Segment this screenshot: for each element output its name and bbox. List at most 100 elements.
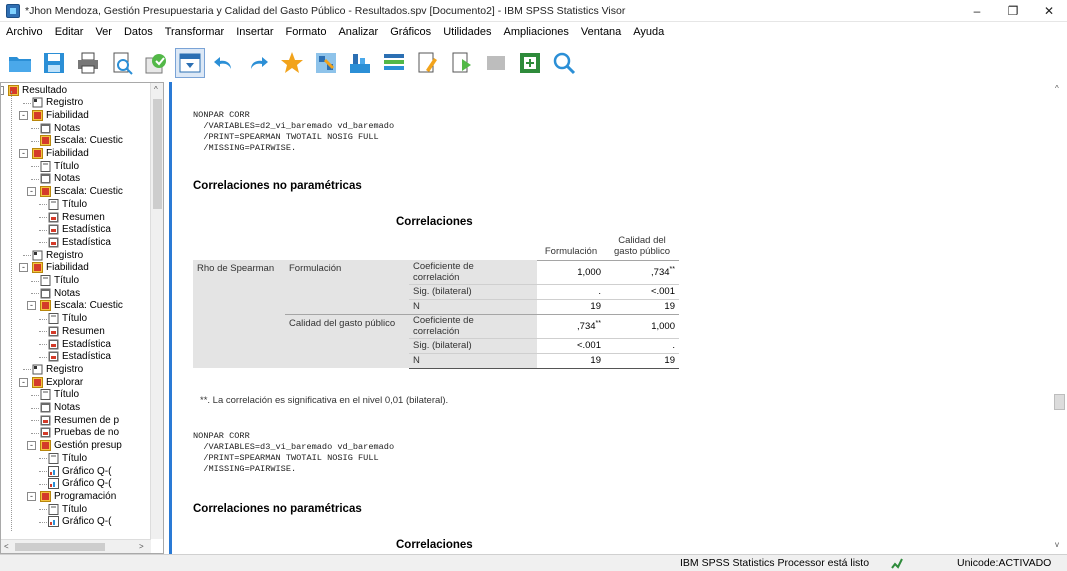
minimize-button[interactable]: – <box>959 0 995 22</box>
tree-node[interactable]: Resumen de p <box>40 414 119 426</box>
book-icon <box>40 440 51 452</box>
tree-node[interactable]: Escala: Cuestic <box>40 300 123 312</box>
col-header-calidad: Calidad del gasto público <box>605 234 679 261</box>
tree-node-label: Registro <box>46 249 84 261</box>
tree-node[interactable]: Resumen <box>48 211 105 223</box>
output-tree[interactable]: -ResultadoRegistro-FiabilidadNotasEscala… <box>1 83 151 539</box>
tree-node[interactable]: Estadística <box>48 224 111 236</box>
goto-variable-icon[interactable] <box>346 49 374 77</box>
tree-node[interactable]: Resultado <box>8 84 67 96</box>
unicode-status: Unicode:ACTIVADO <box>957 557 1052 569</box>
tree-node[interactable]: Título <box>48 452 87 464</box>
tree-expander-icon[interactable]: - <box>27 491 36 501</box>
outline-hscroll-thumb[interactable] <box>15 543 105 551</box>
tree-node[interactable]: Gráfico Q-( <box>48 516 111 528</box>
outline-horizontal-scrollbar[interactable]: < > <box>1 539 151 553</box>
menu-insertar[interactable]: Insertar <box>232 26 281 38</box>
menu-archivo[interactable]: Archivo <box>2 26 51 38</box>
tree-node[interactable]: Título <box>40 389 79 401</box>
tree-node[interactable]: Registro <box>32 249 83 261</box>
tree-node[interactable]: Resumen <box>48 325 105 337</box>
undo-icon[interactable] <box>210 49 238 77</box>
tree-node[interactable]: Gráfico Q-( <box>48 465 111 477</box>
output-content-pane[interactable]: NONPAR CORR /VARIABLES=d2_vi_baremado vd… <box>169 82 1067 554</box>
scroll-left-arrow-icon[interactable]: < <box>4 542 9 551</box>
open-folder-icon[interactable] <box>6 49 34 77</box>
tree-node[interactable]: Título <box>48 198 87 210</box>
outline-vertical-scrollbar[interactable]: ^ <box>150 83 163 539</box>
print-icon[interactable] <box>74 49 102 77</box>
row-label-coef-1: Coeficiente de correlación <box>409 260 537 285</box>
tree-node[interactable]: Pruebas de no <box>40 427 119 439</box>
redo-icon[interactable] <box>244 49 272 77</box>
menu-ver[interactable]: Ver <box>91 26 120 38</box>
content-scroll-up-icon[interactable]: ^ <box>1055 84 1059 93</box>
tree-node[interactable]: Notas <box>40 287 80 299</box>
tree-node[interactable]: Registro <box>32 363 83 375</box>
tree-node[interactable]: Gestión presup <box>40 440 122 452</box>
tree-node[interactable]: Escala: Cuestic <box>40 135 123 147</box>
tree-node[interactable]: Fiabilidad <box>32 109 89 121</box>
tree-node[interactable]: Explorar <box>32 376 83 388</box>
tree-node[interactable]: Escala: Cuestic <box>40 186 123 198</box>
tree-expander-icon[interactable]: - <box>19 110 28 120</box>
tree-node[interactable]: Estadística <box>48 236 111 248</box>
save-icon[interactable] <box>40 49 68 77</box>
goto-case-icon[interactable] <box>312 49 340 77</box>
maximize-button[interactable]: ❐ <box>995 0 1031 22</box>
goto-data-icon[interactable] <box>278 49 306 77</box>
tree-expander-icon[interactable]: - <box>19 377 28 387</box>
menu-utilidades[interactable]: Utilidades <box>439 26 499 38</box>
close-button[interactable]: ✕ <box>1031 0 1067 22</box>
tree-node[interactable]: Título <box>40 275 79 287</box>
tree-node[interactable]: Programación <box>40 490 116 502</box>
scroll-up-arrow-icon[interactable]: ^ <box>154 85 158 94</box>
menu-datos[interactable]: Datos <box>120 26 161 38</box>
menu-analizar[interactable]: Analizar <box>334 26 386 38</box>
tree-node[interactable]: Estadística <box>48 351 111 363</box>
tree-node[interactable]: Estadística <box>48 338 111 350</box>
tree-node[interactable]: Notas <box>40 173 80 185</box>
menu-ventana[interactable]: Ventana <box>577 26 629 38</box>
toolbar <box>0 44 1067 82</box>
demote-icon[interactable] <box>516 49 544 77</box>
find-icon[interactable] <box>550 49 578 77</box>
correlations-table[interactable]: Formulación Calidad del gasto público Rho… <box>193 234 679 369</box>
tree-node[interactable]: Notas <box>40 402 80 414</box>
menu-ampliaciones[interactable]: Ampliaciones <box>500 26 577 38</box>
tree-expander-icon[interactable]: - <box>27 301 36 311</box>
syntax-block-1: NONPAR CORR /VARIABLES=d2_vi_baremado vd… <box>193 110 395 153</box>
designate-window-icon[interactable] <box>175 48 205 78</box>
tree-expander-icon[interactable]: - <box>27 187 36 197</box>
print-preview-icon[interactable] <box>108 49 136 77</box>
menu-transformar[interactable]: Transformar <box>161 26 233 38</box>
content-vertical-scrollbar[interactable]: ^ v <box>1050 82 1067 554</box>
insert-output-icon[interactable] <box>448 49 476 77</box>
variables-icon[interactable] <box>380 49 408 77</box>
menu-ayuda[interactable]: Ayuda <box>629 26 672 38</box>
tree-node[interactable]: Título <box>48 503 87 515</box>
tree-node[interactable]: Registro <box>32 97 83 109</box>
tree-expander-icon[interactable]: - <box>1 85 4 95</box>
content-scroll-down-icon[interactable]: v <box>1055 540 1059 549</box>
tree-expander-icon[interactable]: - <box>19 149 28 158</box>
tree-node[interactable]: Notas <box>40 122 80 134</box>
export-icon[interactable] <box>142 49 170 77</box>
tree-node[interactable]: Título <box>40 160 79 172</box>
outline-pane[interactable]: -ResultadoRegistro-FiabilidadNotasEscala… <box>0 82 164 554</box>
show-all-variables-icon[interactable] <box>414 49 442 77</box>
tree-expander-icon[interactable]: - <box>19 263 28 273</box>
tree-expander-icon[interactable]: - <box>27 441 36 451</box>
outline-scroll-thumb[interactable] <box>153 99 162 209</box>
promote-icon[interactable] <box>482 49 510 77</box>
tree-node[interactable]: Gráfico Q-( <box>48 478 111 490</box>
tree-node[interactable]: Fiabilidad <box>32 148 89 160</box>
menu-formato[interactable]: Formato <box>282 26 335 38</box>
content-scroll-thumb[interactable] <box>1054 394 1065 410</box>
tree-node[interactable]: Título <box>48 313 87 325</box>
scroll-right-arrow-icon[interactable]: > <box>139 542 144 551</box>
menu-editar[interactable]: Editar <box>51 26 92 38</box>
tree-node[interactable]: Fiabilidad <box>32 262 89 274</box>
tree-node-label: Estadística <box>62 224 111 236</box>
menu-graficos[interactable]: Gráficos <box>386 26 439 38</box>
